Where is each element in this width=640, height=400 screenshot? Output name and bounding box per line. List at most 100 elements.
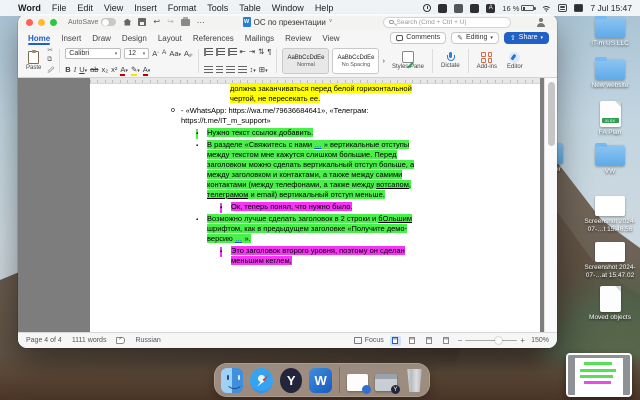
status-app-icon-2[interactable] xyxy=(454,4,463,13)
justify-icon[interactable] xyxy=(238,66,247,74)
undo-icon[interactable]: ↩ xyxy=(153,18,160,26)
underline-icon[interactable]: U▾ xyxy=(79,66,87,74)
dock-yandex-browser-icon[interactable]: Y xyxy=(280,368,302,393)
outline-view-button[interactable] xyxy=(424,336,435,346)
control-center-icon[interactable] xyxy=(558,4,567,12)
tab-layout[interactable]: Layout xyxy=(158,32,182,44)
tab-references[interactable]: References xyxy=(193,32,234,44)
tab-mailings[interactable]: Mailings xyxy=(245,32,274,44)
grow-font-icon[interactable]: Aˆ xyxy=(152,50,159,58)
vertical-scrollbar[interactable] xyxy=(544,78,557,332)
print-layout-view-button[interactable] xyxy=(390,336,401,346)
copy-icon[interactable]: ⧉ xyxy=(47,56,54,64)
minimize-window-button[interactable] xyxy=(38,19,45,26)
menu-item-edit[interactable]: Edit xyxy=(77,3,93,13)
page-indicator[interactable]: Page 4 of 4 xyxy=(26,337,62,344)
paragraph-yellow-highlight[interactable]: должна заканчиваться перед белой горизон… xyxy=(230,84,422,104)
status-app-icon-3[interactable] xyxy=(470,4,479,13)
scrollbar-thumb[interactable] xyxy=(548,82,555,146)
autosave-toggle[interactable] xyxy=(101,18,116,26)
language-indicator[interactable]: Russian xyxy=(135,337,160,344)
borders-icon[interactable]: ⊞▾ xyxy=(259,66,268,74)
menu-item-file[interactable]: File xyxy=(52,3,67,13)
shrink-font-icon[interactable]: A xyxy=(162,50,166,57)
desktop-icon-screenshot-1[interactable]: Screenshot 2024-07-…t 15.46.56 xyxy=(578,196,640,234)
desktop-icon-vw[interactable]: VW xyxy=(578,145,640,176)
web-layout-view-button[interactable] xyxy=(407,336,418,346)
close-window-button[interactable] xyxy=(26,19,33,26)
paragraph-magenta-heading[interactable]: ▪Это заголовок второго уровня, поэтому о… xyxy=(231,246,431,266)
sort-icon[interactable]: ⇅ xyxy=(258,48,264,56)
document-page[interactable]: должна заканчиваться перед белой горизон… xyxy=(90,84,540,332)
editing-mode-button[interactable]: ✎ Editing ▾ xyxy=(451,32,499,44)
stopwatch-icon[interactable] xyxy=(423,4,431,12)
proofing-status-icon[interactable] xyxy=(116,337,125,344)
draft-view-button[interactable] xyxy=(441,336,452,346)
italic-icon[interactable]: I xyxy=(74,66,77,74)
font-color-2-icon[interactable]: A▾ xyxy=(143,66,151,74)
search-input[interactable]: Search (Cmd + Ctrl + U) xyxy=(383,17,511,28)
paragraph-magenta-ok[interactable]: ▪Ок, теперь понял, что нужно было. xyxy=(231,202,431,212)
menu-item-format[interactable]: Format xyxy=(168,3,197,13)
bold-icon[interactable]: B xyxy=(65,66,70,74)
focus-button[interactable]: Focus xyxy=(354,337,384,344)
styles-gallery-more-icon[interactable]: › xyxy=(382,57,385,65)
cut-icon[interactable]: ✂ xyxy=(47,46,54,54)
desktop-icon-screenshot-2[interactable]: Screenshot 2024-07-…at 15.47.02 xyxy=(578,242,640,280)
comments-button[interactable]: Comments xyxy=(390,32,446,44)
chevron-down-icon[interactable]: ˅ xyxy=(329,19,333,25)
format-painter-icon[interactable]: 🖉 xyxy=(47,66,54,77)
desktop-icon-moved-objects[interactable]: Moved objects xyxy=(578,286,640,322)
zoom-level[interactable]: 150% xyxy=(531,337,549,344)
battery-indicator[interactable]: 16 % xyxy=(502,4,534,13)
addins-button[interactable]: Add-ins xyxy=(474,47,500,75)
tab-review[interactable]: Review xyxy=(285,32,311,44)
dock-trash-icon[interactable] xyxy=(406,369,423,392)
align-center-icon[interactable] xyxy=(216,66,223,74)
zoom-in-icon[interactable]: + xyxy=(520,336,525,345)
paragraph-contacts[interactable]: o- «WhatsApp: https://wa.me/79636684641»… xyxy=(181,106,389,126)
zoom-window-button[interactable] xyxy=(50,19,57,26)
share-button[interactable]: ⇧ Share ▾ xyxy=(504,32,549,44)
decrease-indent-icon[interactable]: ⇤ xyxy=(240,48,246,56)
tab-home[interactable]: Home xyxy=(28,32,50,44)
font-color-icon[interactable]: A▾ xyxy=(120,66,128,74)
tab-draw[interactable]: Draw xyxy=(92,32,111,44)
styles-pane-button[interactable]: Styles Pane xyxy=(389,47,427,75)
home-icon[interactable] xyxy=(123,19,131,26)
tab-view[interactable]: View xyxy=(322,32,339,44)
paragraph-green-heading[interactable]: ▪Возможно лучше сделать заголовок в 2 ст… xyxy=(207,214,428,244)
menu-item-insert[interactable]: Insert xyxy=(134,3,157,13)
menu-item-tools[interactable]: Tools xyxy=(207,3,228,13)
paragraph-green-links[interactable]: ▪Нужно текст ссылок добавить. xyxy=(207,128,428,138)
dock-minimized-document[interactable] xyxy=(347,374,369,391)
text-highlight-icon[interactable]: ✎▾ xyxy=(131,66,140,74)
show-marks-icon[interactable]: ¶ xyxy=(267,48,271,56)
paragraph-green-spacing[interactable]: ▪В разделе «Свяжитесь с нами … » вертика… xyxy=(207,140,428,200)
zoom-slider[interactable]: − + xyxy=(458,336,525,345)
document-content[interactable]: должна заканчиваться перед белой горизон… xyxy=(90,84,540,268)
tab-design[interactable]: Design xyxy=(122,32,147,44)
account-icon[interactable] xyxy=(536,18,545,27)
paste-button[interactable]: Paste xyxy=(24,47,43,75)
dock-finder-icon[interactable] xyxy=(221,368,243,393)
autosave-control[interactable]: AutoSave xyxy=(68,18,116,26)
dock-safari-icon[interactable] xyxy=(250,368,272,393)
zoom-out-icon[interactable]: − xyxy=(458,336,463,345)
editor-button[interactable]: Editor xyxy=(504,47,526,75)
superscript-icon[interactable]: x² xyxy=(111,66,117,74)
zoom-knob[interactable] xyxy=(495,337,502,344)
save-icon[interactable] xyxy=(138,18,146,26)
strikethrough-icon[interactable]: ab xyxy=(90,66,98,74)
desktop-icon-new-website[interactable]: New website xyxy=(578,59,640,90)
line-spacing-icon[interactable]: ↕▾ xyxy=(250,66,256,74)
align-left-icon[interactable] xyxy=(204,66,213,74)
bullets-icon[interactable] xyxy=(204,48,213,56)
tab-insert[interactable]: Insert xyxy=(61,32,81,44)
desktop-icon-fa-plan[interactable]: XLSX FA Plan xyxy=(578,101,640,137)
document-title[interactable]: ОС по презентации xyxy=(254,18,326,27)
style-no-spacing[interactable]: AaBbCcDdEe No Spacing xyxy=(332,48,379,74)
status-app-a-icon[interactable]: A xyxy=(486,4,495,13)
change-case-icon[interactable]: Aa▾ xyxy=(169,50,181,58)
numbering-icon[interactable] xyxy=(216,48,225,56)
